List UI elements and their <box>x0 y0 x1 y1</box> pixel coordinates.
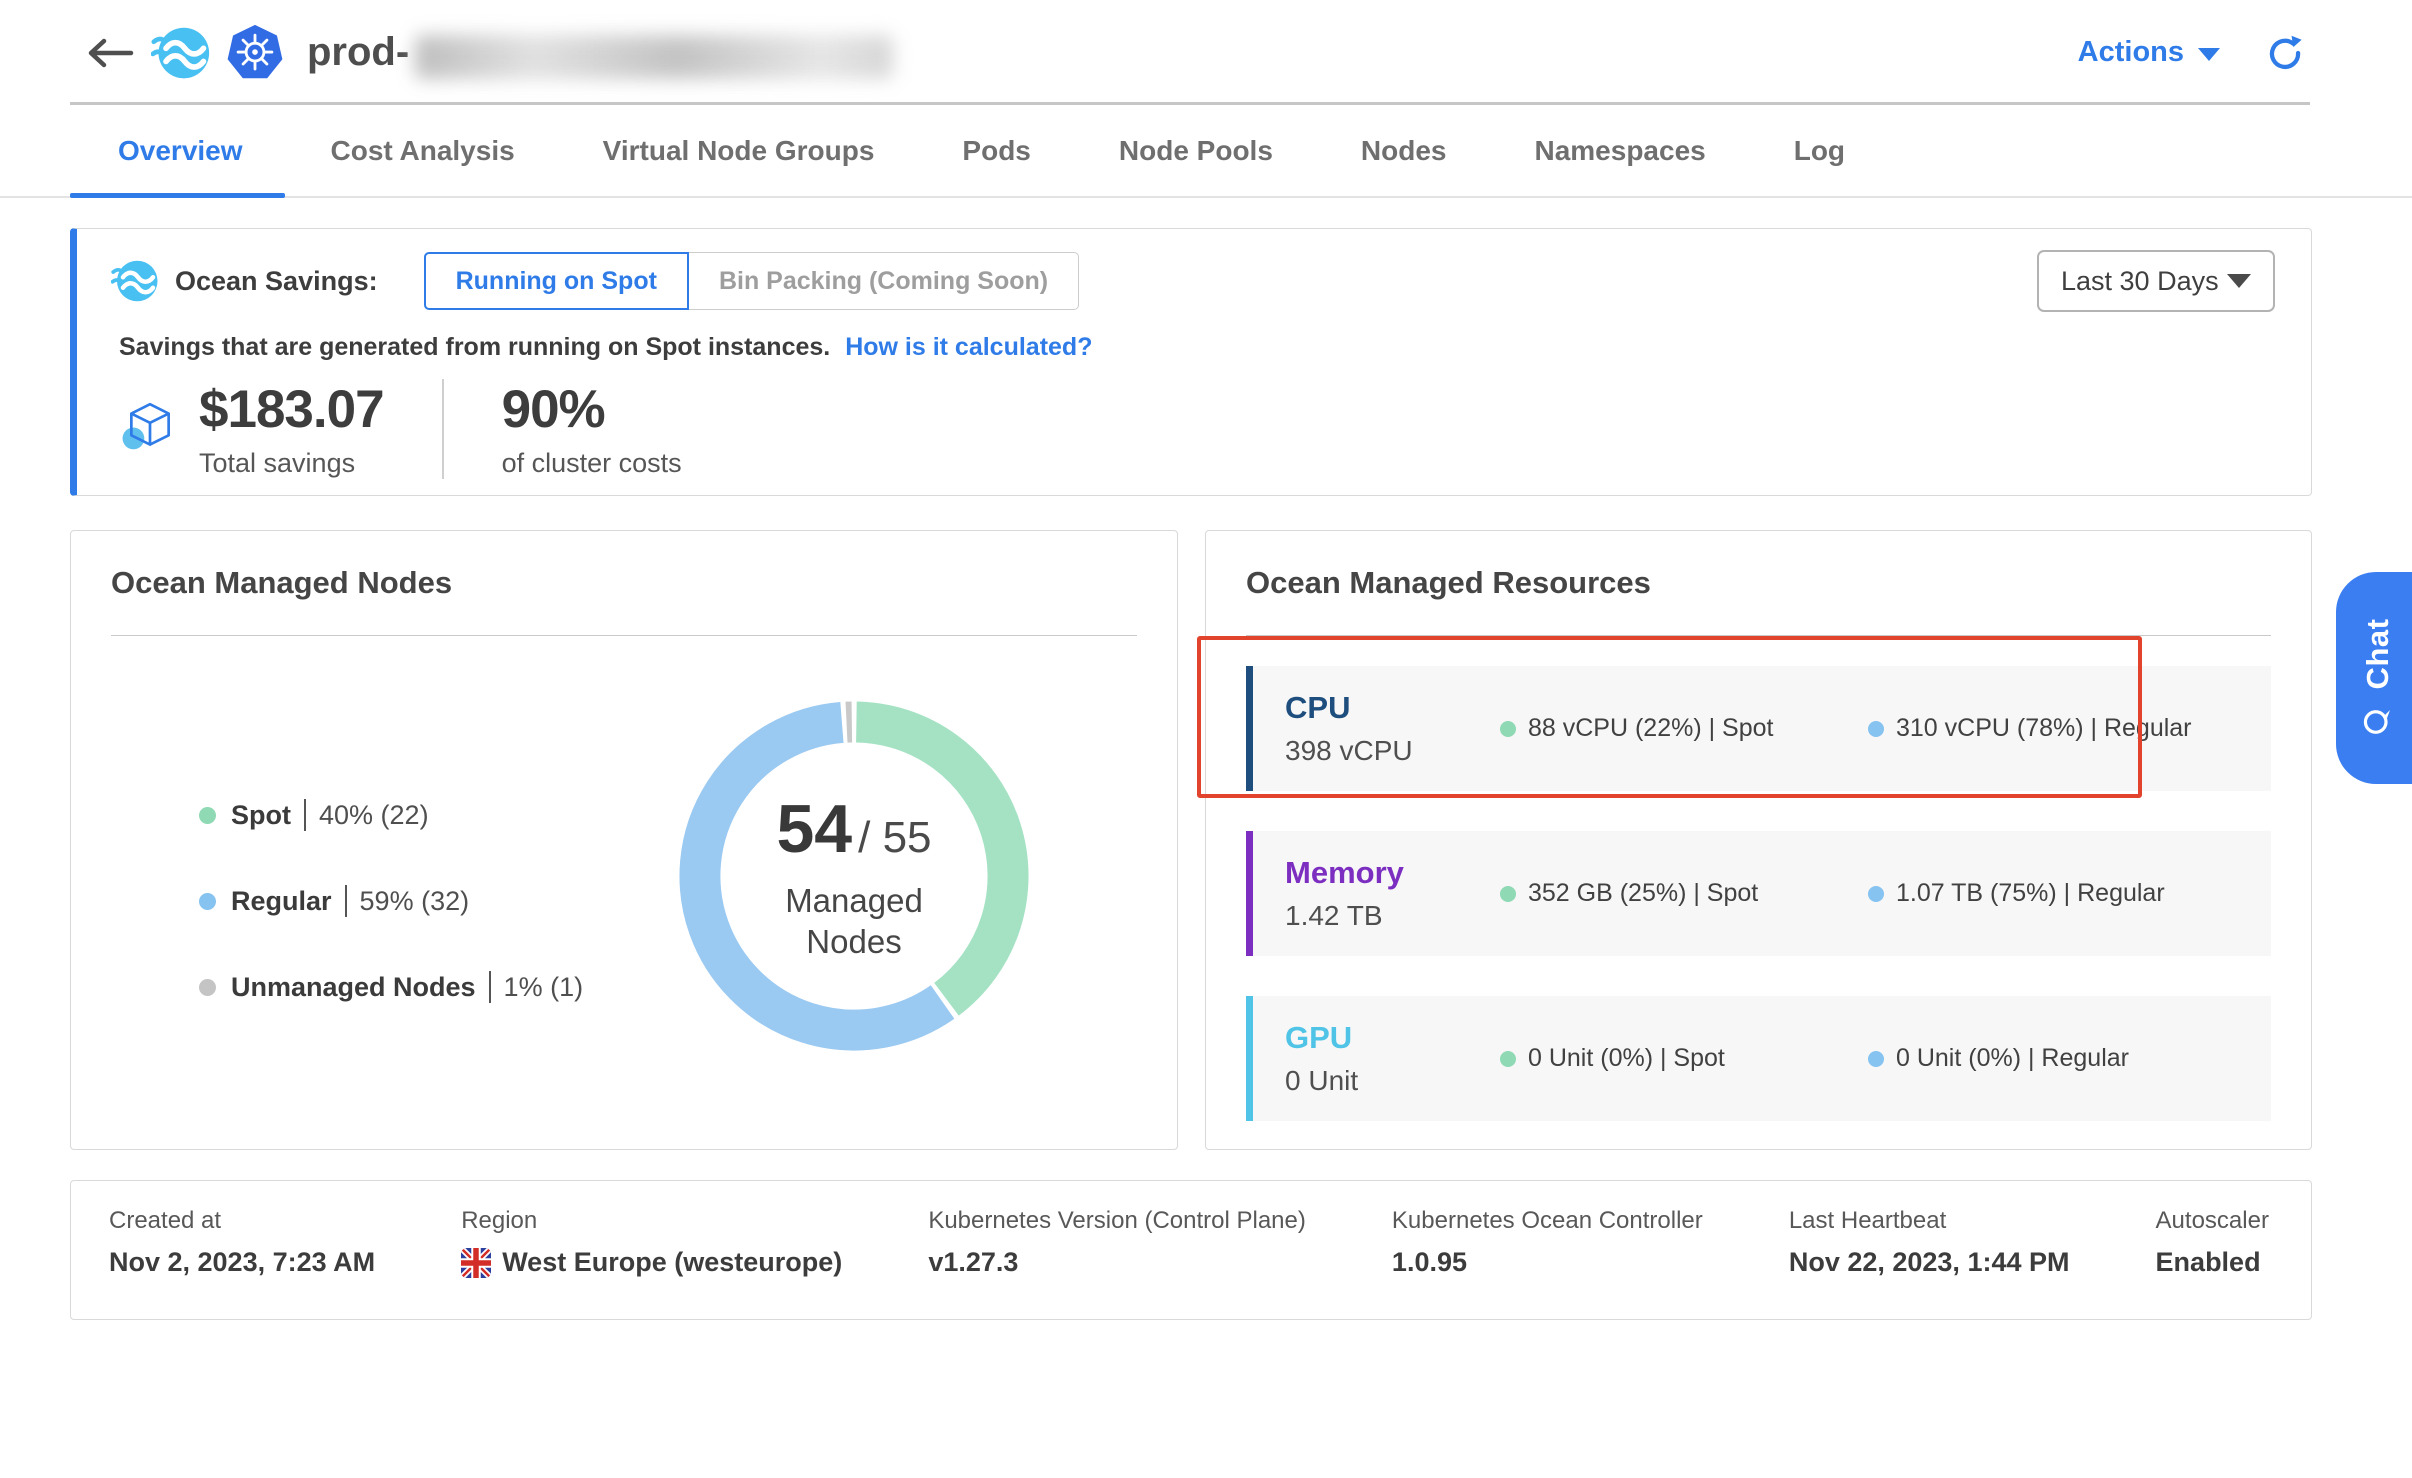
legend-item-spot: Spot 40% (22) <box>199 799 583 831</box>
period-value: Last 30 Days <box>2061 266 2219 297</box>
managed-nodes-title: Ocean Managed Nodes <box>111 565 452 601</box>
chat-label: Chat <box>2360 619 2396 690</box>
gpu-spot-stat: 0 Unit (0%) | Spot <box>1500 1044 1868 1073</box>
savings-cube-icon <box>121 398 179 456</box>
active-tab-underline <box>70 193 285 198</box>
legend-item-unmanaged: Unmanaged Nodes 1% (1) <box>199 971 583 1003</box>
cluster-name-redacted <box>415 35 893 79</box>
regular-dot-icon <box>1868 886 1884 902</box>
regular-dot-icon <box>199 893 216 910</box>
info-ocean-controller: Kubernetes Ocean Controller 1.0.95 <box>1392 1207 1703 1319</box>
chevron-down-icon <box>2198 48 2220 61</box>
tab-pods[interactable]: Pods <box>962 135 1030 167</box>
ocean-managed-nodes-card: Ocean Managed Nodes Spot 40% (22) Regula… <box>70 530 1178 1150</box>
chat-button[interactable]: Chat <box>2336 572 2412 784</box>
back-button[interactable] <box>85 33 137 73</box>
uk-flag-icon <box>461 1248 491 1278</box>
cluster-name: prod- <box>307 30 409 75</box>
tab-overview[interactable]: Overview <box>118 135 243 167</box>
ocean-managed-resources-card: Ocean Managed Resources CPU 398 vCPU 88 … <box>1205 530 2312 1150</box>
total-savings-label: Total savings <box>199 448 384 479</box>
unmanaged-dot-icon <box>199 979 216 996</box>
memory-spot-stat: 352 GB (25%) | Spot <box>1500 879 1868 908</box>
bin-packing-toggle[interactable]: Bin Packing (Coming Soon) <box>689 252 1079 310</box>
memory-regular-stat: 1.07 TB (75%) | Regular <box>1868 879 2236 908</box>
ocean-savings-label: Ocean Savings: <box>175 266 378 297</box>
tab-nodes[interactable]: Nodes <box>1361 135 1447 167</box>
spot-dot-icon <box>199 807 216 824</box>
donut-center-label: 54 / 55 Managed Nodes <box>659 681 1049 1071</box>
metric-divider <box>442 379 444 479</box>
chevron-down-icon <box>2227 274 2251 288</box>
resource-row-cpu: CPU 398 vCPU 88 vCPU (22%) | Spot 310 vC… <box>1246 666 2271 791</box>
spot-dot-icon <box>1500 886 1516 902</box>
how-calculated-link[interactable]: How is it calculated? <box>845 333 1092 361</box>
ocean-logo-icon <box>151 23 211 83</box>
refresh-icon[interactable] <box>2266 34 2304 72</box>
title-divider <box>1246 635 2271 636</box>
ocean-savings-icon <box>111 257 159 305</box>
tab-cost-analysis[interactable]: Cost Analysis <box>331 135 515 167</box>
info-autoscaler: Autoscaler Enabled <box>2156 1207 2269 1319</box>
info-last-heartbeat: Last Heartbeat Nov 22, 2023, 1:44 PM <box>1789 1207 2070 1319</box>
info-created-at: Created at Nov 2, 2023, 7:23 AM <box>109 1207 375 1319</box>
cpu-spot-stat: 88 vCPU (22%) | Spot <box>1500 714 1868 743</box>
cluster-info-bar: Created at Nov 2, 2023, 7:23 AM Region W… <box>70 1180 2312 1320</box>
tab-bar: Overview Cost Analysis Virtual Node Grou… <box>0 105 2412 198</box>
tab-node-pools[interactable]: Node Pools <box>1119 135 1273 167</box>
savings-description: Savings that are generated from running … <box>119 333 1092 362</box>
legend-item-regular: Regular 59% (32) <box>199 885 583 917</box>
actions-button[interactable]: Actions <box>2078 36 2220 69</box>
running-on-spot-toggle[interactable]: Running on Spot <box>424 252 689 310</box>
spot-dot-icon <box>1500 721 1516 737</box>
tab-log[interactable]: Log <box>1794 135 1845 167</box>
spot-dot-icon <box>1500 1051 1516 1067</box>
nodes-legend: Spot 40% (22) Regular 59% (32) Unmanaged… <box>199 799 583 1003</box>
regular-dot-icon <box>1868 721 1884 737</box>
regular-dot-icon <box>1868 1051 1884 1067</box>
back-arrow-icon <box>85 36 135 70</box>
total-savings-value: $183.07 <box>199 379 384 440</box>
tab-namespaces[interactable]: Namespaces <box>1534 135 1705 167</box>
header: prod- Actions <box>0 0 2412 105</box>
kubernetes-logo-icon <box>225 23 285 83</box>
title-divider <box>111 635 1137 636</box>
info-k8s-version: Kubernetes Version (Control Plane) v1.27… <box>928 1207 1306 1319</box>
period-dropdown[interactable]: Last 30 Days <box>2037 250 2275 312</box>
managed-resources-title: Ocean Managed Resources <box>1246 565 1651 601</box>
cluster-cost-percent-value: 90% <box>502 379 682 440</box>
cluster-overview-page: prod- Actions Overview Cost Analysis Vir… <box>0 0 2412 1478</box>
cluster-cost-percent-label: of cluster costs <box>502 448 682 479</box>
chat-bubble-icon <box>2362 705 2394 737</box>
cpu-regular-stat: 310 vCPU (78%) | Regular <box>1868 714 2236 743</box>
tab-virtual-node-groups[interactable]: Virtual Node Groups <box>603 135 875 167</box>
ocean-savings-card: Ocean Savings: Running on Spot Bin Packi… <box>70 228 2312 496</box>
managed-nodes-donut: 54 / 55 Managed Nodes <box>659 681 1049 1071</box>
resource-row-memory: Memory 1.42 TB 352 GB (25%) | Spot 1.07 … <box>1246 831 2271 956</box>
resource-row-gpu: GPU 0 Unit 0 Unit (0%) | Spot 0 Unit (0%… <box>1246 996 2271 1121</box>
info-region: Region West Europe (westeurope) <box>461 1207 842 1319</box>
savings-mode-toggle: Running on Spot Bin Packing (Coming Soon… <box>424 252 1080 310</box>
actions-label: Actions <box>2078 36 2184 69</box>
gpu-regular-stat: 0 Unit (0%) | Regular <box>1868 1044 2236 1073</box>
